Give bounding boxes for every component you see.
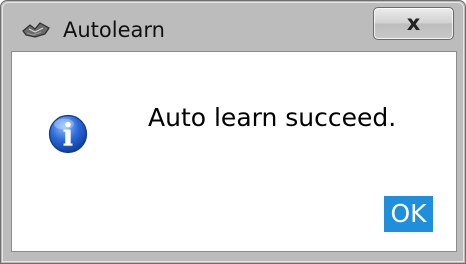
dialog-content: Auto learn succeed. OK — [11, 51, 457, 252]
ok-button[interactable]: OK — [384, 196, 433, 232]
close-icon: x — [406, 11, 421, 35]
close-button[interactable]: x — [373, 7, 454, 40]
information-icon — [48, 114, 88, 154]
title-bar[interactable]: Autolearn x — [1, 1, 465, 51]
app-icon — [22, 22, 50, 38]
window-title: Autolearn — [63, 18, 165, 42]
dialog-window: Autolearn x Auto learn succeed. OK — [0, 0, 466, 264]
dialog-message: Auto learn succeed. — [148, 103, 397, 132]
